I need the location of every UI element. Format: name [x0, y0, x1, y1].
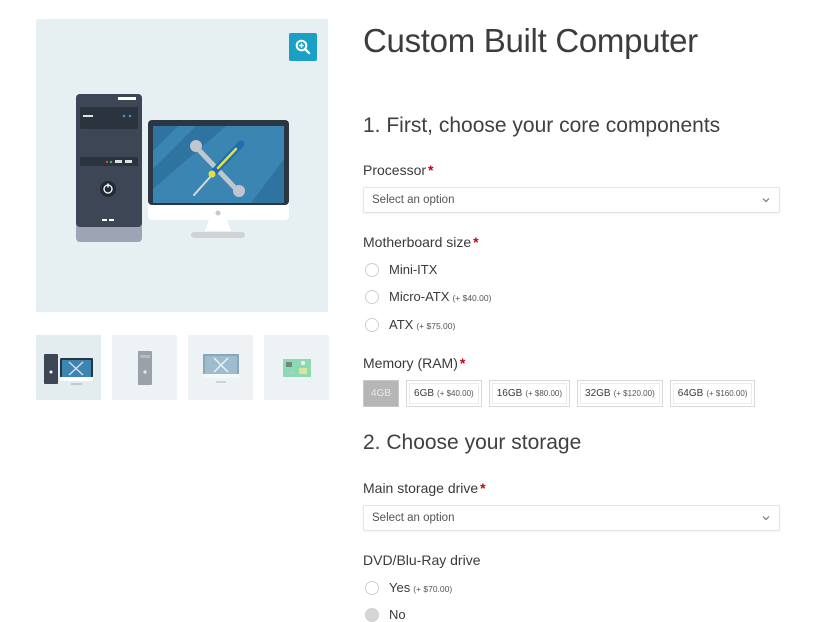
thumb-monitor[interactable]: [188, 335, 253, 400]
motherboard-option-mini-itx[interactable]: Mini-ITX: [365, 262, 437, 277]
processor-select[interactable]: Select an option: [363, 187, 780, 213]
required-mark: *: [460, 355, 465, 371]
thumb-motherboard[interactable]: [264, 335, 329, 400]
swatch-label: 6GB: [414, 388, 434, 399]
memory-swatch-32gb[interactable]: 32GB(+ $120.00): [577, 380, 663, 407]
memory-swatch-64gb[interactable]: 64GB(+ $160.00): [670, 380, 756, 407]
motherboard-option-atx[interactable]: ATX(+ $75.00): [365, 317, 455, 332]
processor-label: Processor*: [363, 162, 433, 178]
chevron-down-icon: [761, 513, 771, 523]
storage-select-value: Select an option: [372, 512, 454, 524]
option-label: Mini-ITX: [389, 262, 437, 277]
chevron-down-icon: [761, 195, 771, 205]
storage-label: Main storage drive*: [363, 480, 486, 496]
section-storage-title: 2. Choose your storage: [363, 431, 581, 455]
monitor-thumbnail-icon: [193, 348, 249, 388]
motherboard-label-text: Motherboard size: [363, 234, 471, 250]
storage-label-text: Main storage drive: [363, 480, 478, 496]
zoom-button[interactable]: [289, 33, 317, 61]
tower-thumbnail-icon: [117, 348, 173, 388]
memory-swatches: 4GB 6GB(+ $40.00) 16GB(+ $80.00) 32GB(+ …: [363, 380, 755, 407]
option-price: (+ $40.00): [452, 293, 491, 303]
processor-label-text: Processor: [363, 162, 426, 178]
radio-button[interactable]: [365, 581, 379, 595]
option-name: No: [389, 607, 406, 622]
option-label: Micro-ATX(+ $40.00): [389, 289, 491, 304]
radio-button[interactable]: [365, 263, 379, 277]
option-label: Yes(+ $70.00): [389, 580, 452, 595]
processor-select-value: Select an option: [372, 194, 454, 206]
main-product-image[interactable]: [36, 19, 328, 312]
required-mark: *: [428, 162, 433, 178]
thumb-tower[interactable]: [112, 335, 177, 400]
memory-swatch-4gb[interactable]: 4GB: [363, 380, 399, 407]
computer-illustration: [36, 19, 328, 312]
motherboard-thumbnail-icon: [269, 348, 325, 388]
radio-button[interactable]: [365, 318, 379, 332]
option-name: ATX: [389, 317, 413, 332]
required-mark: *: [473, 234, 478, 250]
swatch-price: (+ $120.00): [614, 389, 655, 398]
option-label: No: [389, 607, 406, 622]
option-name: Micro-ATX: [389, 289, 449, 304]
swatch-label: 64GB: [678, 388, 704, 399]
required-mark: *: [480, 480, 485, 496]
option-name: Yes: [389, 580, 410, 595]
section-core-components-title: 1. First, choose your core components: [363, 114, 720, 138]
motherboard-label: Motherboard size*: [363, 234, 479, 250]
memory-label: Memory (RAM)*: [363, 355, 465, 371]
swatch-label: 4GB: [371, 388, 391, 399]
product-gallery: [36, 19, 328, 312]
option-price: (+ $70.00): [413, 584, 452, 594]
option-price: (+ $75.00): [416, 321, 455, 331]
thumbnail-list: [36, 335, 329, 400]
motherboard-option-micro-atx[interactable]: Micro-ATX(+ $40.00): [365, 289, 491, 304]
radio-button[interactable]: [365, 290, 379, 304]
memory-swatch-16gb[interactable]: 16GB(+ $80.00): [489, 380, 570, 407]
dvd-option-yes[interactable]: Yes(+ $70.00): [365, 580, 452, 595]
dvd-option-no[interactable]: No: [365, 607, 406, 622]
option-name: Mini-ITX: [389, 262, 437, 277]
computer-set-thumbnail-icon: [41, 348, 97, 388]
option-label: ATX(+ $75.00): [389, 317, 455, 332]
radio-button-checked[interactable]: [365, 608, 379, 622]
zoom-in-icon: [295, 39, 311, 55]
swatch-price: (+ $80.00): [525, 389, 562, 398]
swatch-label: 16GB: [497, 388, 523, 399]
memory-swatch-6gb[interactable]: 6GB(+ $40.00): [406, 380, 482, 407]
memory-label-text: Memory (RAM): [363, 355, 458, 371]
swatch-price: (+ $160.00): [706, 389, 747, 398]
product-title: Custom Built Computer: [363, 22, 698, 60]
swatch-label: 32GB: [585, 388, 611, 399]
thumb-computer-set[interactable]: [36, 335, 101, 400]
dvd-label: DVD/Blu-Ray drive: [363, 552, 480, 568]
swatch-price: (+ $40.00): [437, 389, 474, 398]
storage-select[interactable]: Select an option: [363, 505, 780, 531]
